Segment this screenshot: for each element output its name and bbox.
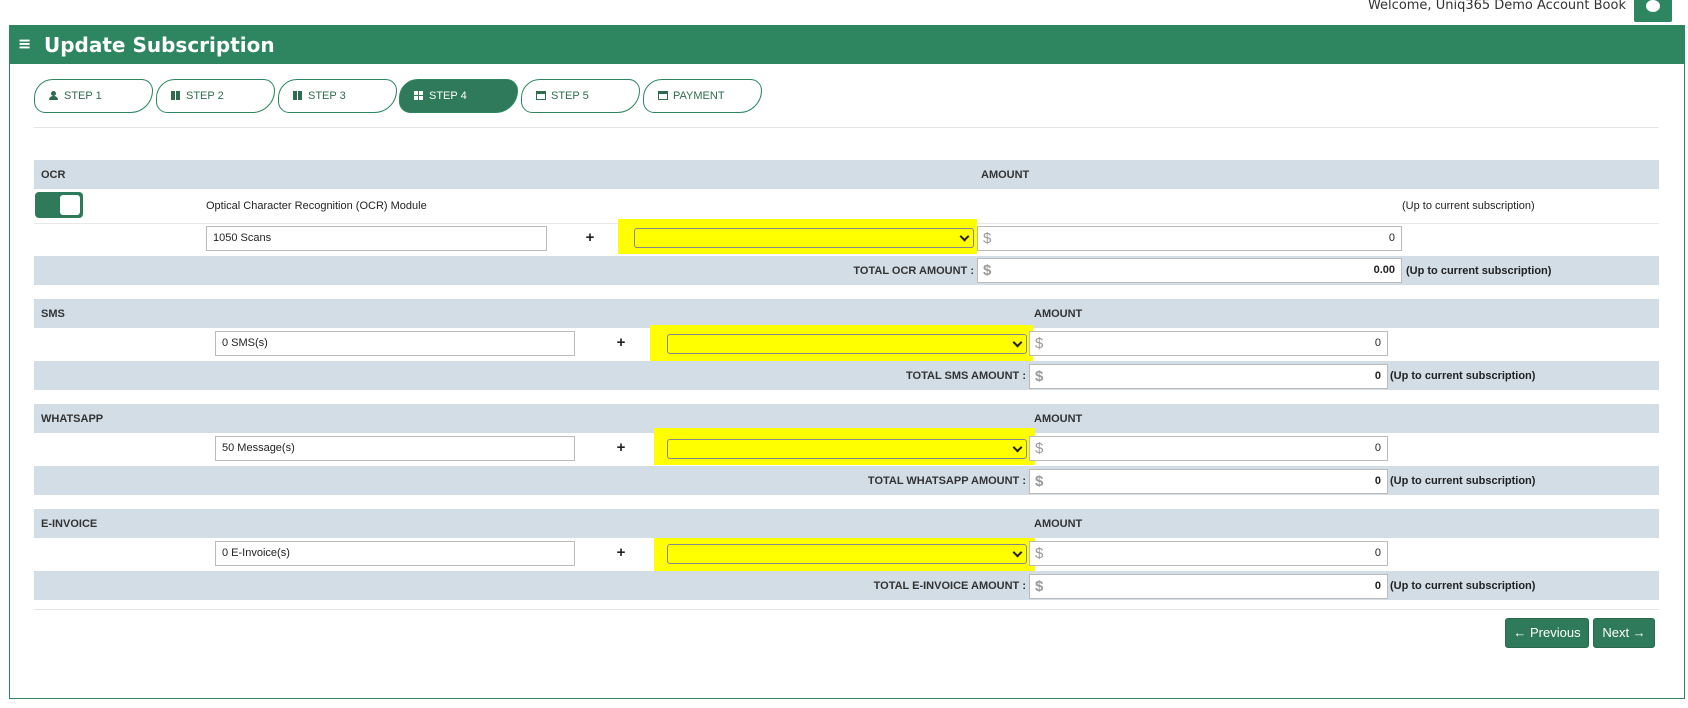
dollar-icon: $: [1035, 335, 1044, 352]
panel-header: ≡ Update Subscription: [10, 26, 1684, 64]
sms-section-label: SMS: [41, 308, 65, 320]
whatsapp-section-label: WHATSAPP: [41, 413, 104, 425]
chevron-down-icon: [1012, 547, 1023, 558]
plus-icon: +: [585, 229, 595, 246]
user-icon: [49, 91, 59, 100]
tab-label: STEP 1: [64, 90, 102, 102]
ocr-total-label: TOTAL OCR AMOUNT :: [853, 265, 974, 277]
user-avatar-icon[interactable]: [1634, 0, 1672, 22]
grid-icon: [293, 91, 303, 100]
plus-icon: +: [616, 334, 626, 351]
ocr-header-band: [34, 160, 1659, 189]
divider: [34, 609, 1659, 610]
sms-total-label: TOTAL SMS AMOUNT :: [906, 370, 1026, 382]
card-icon: [536, 91, 546, 100]
sms-total-note: (Up to current subscription): [1390, 370, 1536, 382]
einvoice-header-band: [34, 509, 1659, 538]
chevron-down-icon: [1012, 442, 1023, 453]
next-button[interactable]: Next →: [1593, 618, 1655, 648]
tab-label: STEP 5: [551, 90, 589, 102]
einvoice-amount-header: AMOUNT: [1034, 518, 1083, 530]
einvoice-total-field: $0: [1029, 574, 1388, 599]
ocr-package-select[interactable]: [634, 228, 974, 248]
tab-label: STEP 2: [186, 90, 224, 102]
whatsapp-total-label: TOTAL WHATSAPP AMOUNT :: [867, 475, 1026, 487]
dollar-icon: $: [983, 262, 992, 279]
page-title: Update Subscription: [44, 33, 275, 57]
dollar-icon: $: [1035, 473, 1044, 490]
tab-label: PAYMENT: [673, 90, 725, 102]
einvoice-section-label: E-INVOICE: [41, 518, 98, 530]
ocr-amount-header: AMOUNT: [981, 169, 1030, 181]
sms-header-band: [34, 299, 1659, 328]
whatsapp-total-note: (Up to current subscription): [1390, 475, 1536, 487]
card-icon: [658, 91, 668, 100]
ocr-section-label: OCR: [41, 169, 66, 181]
einvoice-quantity-field[interactable]: 0 E-Invoice(s): [215, 541, 575, 566]
einvoice-amount-field[interactable]: $0: [1029, 541, 1388, 566]
tab-step-4[interactable]: STEP 4: [399, 79, 518, 113]
divider: [34, 127, 1659, 128]
chevron-down-icon: [1012, 337, 1023, 348]
sms-amount-header: AMOUNT: [1034, 308, 1083, 320]
whatsapp-quantity-field[interactable]: 50 Message(s): [215, 436, 575, 461]
tab-label: STEP 3: [308, 90, 346, 102]
sms-total-field: $0: [1029, 364, 1388, 389]
dollar-icon: $: [983, 230, 992, 247]
tab-label: STEP 4: [429, 90, 467, 102]
dollar-icon: $: [1035, 578, 1044, 595]
tab-step-2[interactable]: STEP 2: [156, 79, 275, 113]
grid-icon: [171, 91, 181, 100]
top-bar: Welcome, Uniq365 Demo Account Book: [0, 0, 1688, 26]
whatsapp-total-field: $0: [1029, 469, 1388, 494]
ocr-total-field: $0.00: [977, 258, 1402, 283]
whatsapp-amount-field[interactable]: $0: [1029, 436, 1388, 461]
einvoice-package-select[interactable]: [667, 544, 1027, 564]
grid-icon: [414, 91, 424, 100]
sms-package-select[interactable]: [667, 334, 1027, 354]
dollar-icon: $: [1035, 545, 1044, 562]
whatsapp-package-select[interactable]: [667, 439, 1027, 459]
chevron-down-icon: [959, 231, 970, 242]
einvoice-total-note: (Up to current subscription): [1390, 580, 1536, 592]
tab-step-1[interactable]: STEP 1: [34, 79, 153, 113]
ocr-module-label: Optical Character Recognition (OCR) Modu…: [206, 200, 427, 212]
dollar-icon: $: [1035, 440, 1044, 457]
tab-step-5[interactable]: STEP 5: [521, 79, 640, 113]
welcome-text: Welcome, Uniq365 Demo Account Book: [1367, 0, 1626, 13]
ocr-module-note: (Up to current subscription): [1402, 200, 1535, 212]
whatsapp-amount-header: AMOUNT: [1034, 413, 1083, 425]
dollar-icon: $: [1035, 368, 1044, 385]
einvoice-total-label: TOTAL E-INVOICE AMOUNT :: [873, 580, 1026, 592]
tab-payment[interactable]: PAYMENT: [643, 79, 762, 113]
ocr-amount-field[interactable]: $0: [977, 226, 1402, 251]
plus-icon: +: [616, 544, 626, 561]
hamburger-menu-icon[interactable]: ≡: [18, 34, 31, 53]
previous-button[interactable]: ← Previous: [1505, 618, 1589, 648]
tab-step-3[interactable]: STEP 3: [278, 79, 397, 113]
ocr-total-note: (Up to current subscription): [1406, 265, 1552, 277]
ocr-toggle[interactable]: [35, 192, 83, 218]
plus-icon: +: [616, 439, 626, 456]
sms-quantity-field[interactable]: 0 SMS(s): [215, 331, 575, 356]
sms-amount-field[interactable]: $0: [1029, 331, 1388, 356]
ocr-quantity-field[interactable]: 1050 Scans: [206, 226, 547, 251]
